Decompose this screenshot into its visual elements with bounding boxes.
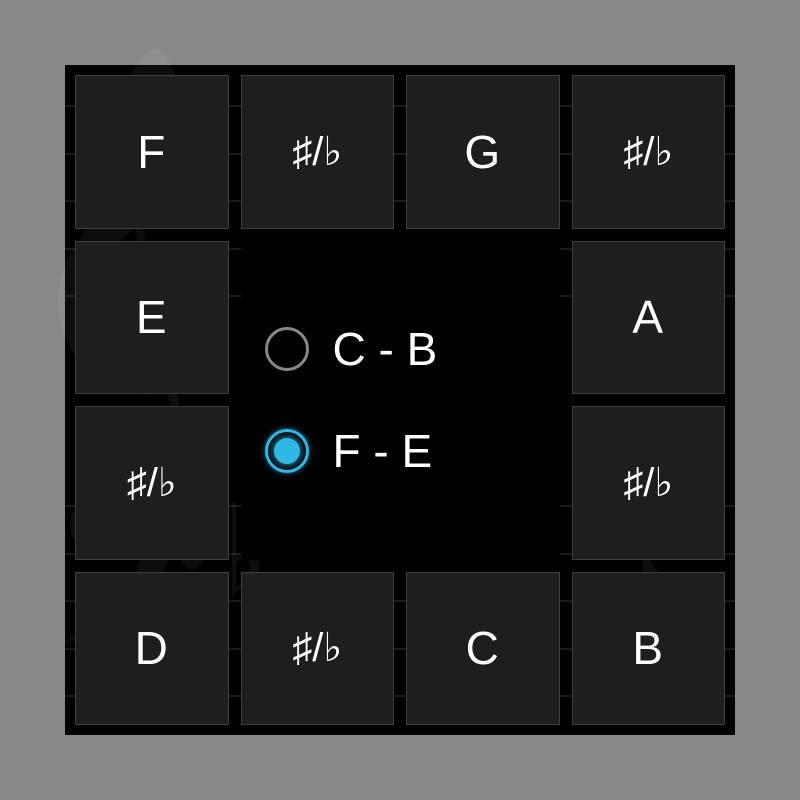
note-label: D bbox=[135, 621, 169, 675]
note-button-d[interactable]: D bbox=[75, 572, 229, 726]
radio-range-c-b[interactable]: C - B bbox=[265, 322, 560, 376]
radio-indicator-icon bbox=[265, 429, 309, 473]
accidental-label: ♯/♭ bbox=[623, 129, 673, 175]
note-button-b[interactable]: B bbox=[572, 572, 726, 726]
accidental-label: ♯/♭ bbox=[292, 129, 342, 175]
radio-range-f-e[interactable]: F - E bbox=[265, 424, 560, 478]
note-picker-stage: 𝄞 ♪ 𝄢 ♭ ♪ F ♯/♭ G ♯/♭ E C - B F - E A ♯/… bbox=[65, 65, 735, 735]
radio-label: F - E bbox=[333, 424, 433, 478]
note-label: A bbox=[632, 290, 664, 344]
note-button-c[interactable]: C bbox=[406, 572, 560, 726]
note-grid: F ♯/♭ G ♯/♭ E C - B F - E A ♯/♭ ♯/♭ D ♯/… bbox=[75, 75, 725, 725]
root-range-selector: C - B F - E bbox=[241, 241, 560, 560]
note-button-c-sharp[interactable]: ♯/♭ bbox=[241, 572, 395, 726]
note-button-a-sharp[interactable]: ♯/♭ bbox=[572, 406, 726, 560]
note-button-g[interactable]: G bbox=[406, 75, 560, 229]
radio-label: C - B bbox=[333, 322, 438, 376]
note-button-a[interactable]: A bbox=[572, 241, 726, 395]
accidental-label: ♯/♭ bbox=[292, 625, 342, 671]
note-label: C bbox=[466, 621, 500, 675]
note-button-f-sharp[interactable]: ♯/♭ bbox=[241, 75, 395, 229]
accidental-label: ♯/♭ bbox=[623, 460, 673, 506]
note-label: F bbox=[137, 125, 166, 179]
note-button-e[interactable]: E bbox=[75, 241, 229, 395]
note-button-f[interactable]: F bbox=[75, 75, 229, 229]
accidental-label: ♯/♭ bbox=[127, 460, 177, 506]
radio-indicator-icon bbox=[265, 327, 309, 371]
note-button-g-sharp[interactable]: ♯/♭ bbox=[572, 75, 726, 229]
note-label: G bbox=[464, 125, 501, 179]
note-label: E bbox=[136, 290, 168, 344]
note-button-d-sharp[interactable]: ♯/♭ bbox=[75, 406, 229, 560]
note-label: B bbox=[632, 621, 664, 675]
